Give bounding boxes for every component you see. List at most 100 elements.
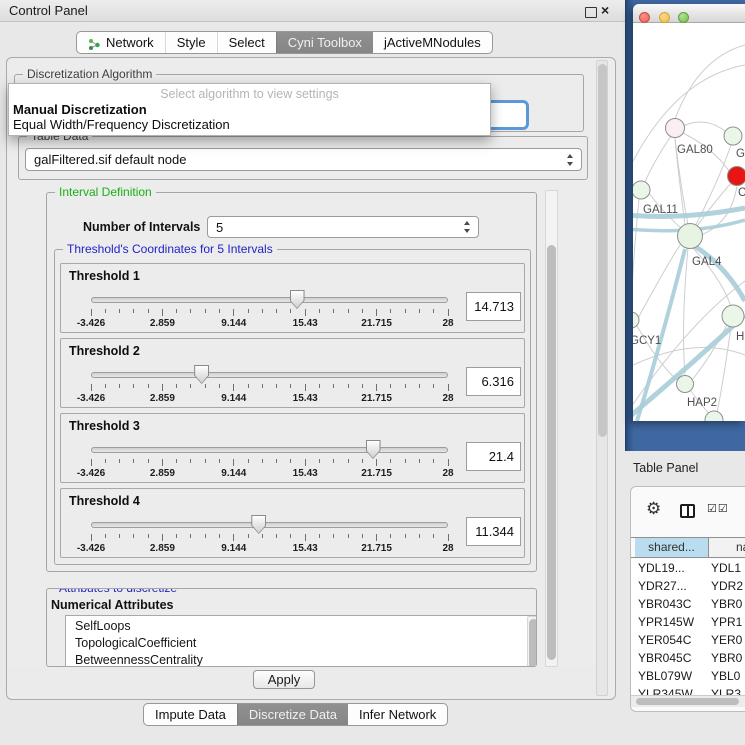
network-edge[interactable] xyxy=(675,45,745,119)
tab-cyni-toolbox[interactable]: Cyni Toolbox xyxy=(276,32,373,53)
tab-network[interactable]: Network xyxy=(77,32,165,53)
apply-button[interactable]: Apply xyxy=(253,670,315,689)
network-node-gcy1[interactable] xyxy=(633,312,639,328)
network-node-ga[interactable] xyxy=(724,127,742,145)
table-row[interactable]: YBR045CYBR0 xyxy=(631,649,745,667)
network-edge[interactable] xyxy=(645,136,671,182)
panel-scrollbar-thumb[interactable] xyxy=(598,64,607,437)
slider-tick xyxy=(133,459,134,463)
network-node-gal11[interactable] xyxy=(633,181,650,199)
gear-icon[interactable]: ⚙ xyxy=(646,499,661,519)
network-edge[interactable] xyxy=(683,122,725,131)
table-row[interactable]: YLR345WYLR3 xyxy=(631,685,745,695)
tab-label: Network xyxy=(106,32,154,53)
threshold-value-field[interactable]: 21.4 xyxy=(466,442,521,471)
float-window-icon[interactable] xyxy=(585,7,597,18)
threshold-value-field[interactable]: 14.713 xyxy=(466,292,521,321)
attribute-item-selfloops[interactable]: SelfLoops xyxy=(66,618,537,635)
checkbox-icons[interactable]: ☑☑ xyxy=(707,502,729,515)
number-of-intervals-combobox[interactable]: 5 xyxy=(207,216,479,238)
threshold-value-field[interactable]: 11.344 xyxy=(466,517,521,546)
slider-tick xyxy=(190,309,191,313)
slider-tick xyxy=(91,309,92,316)
zoom-traffic-light-icon[interactable] xyxy=(678,12,689,23)
threshold-value-field[interactable]: 6.316 xyxy=(466,367,521,396)
network-node-hap2[interactable] xyxy=(677,376,694,393)
slider-tick-label: 21.715 xyxy=(361,468,392,479)
slider-thumb[interactable] xyxy=(366,440,381,459)
network-node-c[interactable] xyxy=(728,167,745,186)
slider-thumb[interactable] xyxy=(290,290,305,309)
column-header-shared-name[interactable]: shared... xyxy=(635,538,709,557)
cell-shared-name: YDL19... xyxy=(631,559,703,577)
slider-track[interactable] xyxy=(91,447,448,453)
tab-select[interactable]: Select xyxy=(217,32,276,53)
panel-scrollbar[interactable] xyxy=(596,60,608,696)
table-row[interactable]: YER054CYER0 xyxy=(631,631,745,649)
slider-tick xyxy=(348,459,349,463)
slider-tick xyxy=(433,309,434,313)
split-table-icon[interactable] xyxy=(680,504,695,518)
tab-discretize-data[interactable]: Discretize Data xyxy=(237,704,348,725)
network-node-gal4[interactable] xyxy=(678,224,703,249)
settings-scrollbar[interactable] xyxy=(545,190,558,667)
slider-track[interactable] xyxy=(91,297,448,303)
slider-tick xyxy=(419,534,420,538)
network-window-titlebar xyxy=(633,4,745,23)
attribute-item-topologicalcoefficient[interactable]: TopologicalCoefficient xyxy=(66,635,537,652)
slider-tick xyxy=(362,459,363,463)
attributes-list-scrollbar-thumb[interactable] xyxy=(529,619,537,667)
slider-thumb[interactable] xyxy=(194,365,209,384)
table-row[interactable]: YBR043CYBR0 xyxy=(631,595,745,613)
slider-tick xyxy=(176,384,177,388)
algorithm-dropdown-popup: Select algorithm to view settings Manual… xyxy=(8,83,491,136)
network-edge-thick[interactable] xyxy=(693,245,745,301)
network-node-label: C xyxy=(738,187,745,199)
attribute-item-betweennesscentrality[interactable]: BetweennessCentrality xyxy=(66,652,537,667)
slider-tick xyxy=(119,384,120,388)
table-row[interactable]: YPR145WYPR1 xyxy=(631,613,745,631)
tab-jactivemnodules[interactable]: jActiveMNodules xyxy=(373,32,492,53)
network-canvas[interactable]: GAL80GACGAL11GAL4HGCY1HAP2 xyxy=(633,23,745,421)
cell-name: YBR0 xyxy=(703,649,742,667)
close-icon[interactable]: × xyxy=(601,2,609,18)
popup-option-equal-width-frequency[interactable]: Equal Width/Frequency Discretization xyxy=(9,117,490,132)
attributes-list-scrollbar[interactable] xyxy=(527,616,537,667)
threshold-label: Threshold 4 xyxy=(69,494,140,508)
combo-arrows-icon xyxy=(567,154,574,166)
table-row[interactable]: YBL079WYBL0 xyxy=(631,667,745,685)
slider-thumb[interactable] xyxy=(251,515,266,534)
slider-tick-label: 9.144 xyxy=(221,318,246,329)
slider-track[interactable] xyxy=(91,522,448,528)
network-edge[interactable] xyxy=(684,248,688,376)
slider-tick xyxy=(333,384,334,388)
table-rows[interactable]: YDL19...YDL1YDR27...YDR2YBR043CYBR0YPR14… xyxy=(631,559,745,695)
table-row[interactable]: YDL19...YDL1 xyxy=(631,559,745,577)
tab-style[interactable]: Style xyxy=(165,32,217,53)
slider-tick xyxy=(119,309,120,313)
slider-tick xyxy=(162,309,163,316)
table-horizontal-scrollbar-thumb[interactable] xyxy=(636,698,739,705)
network-node-gal80[interactable] xyxy=(666,119,685,138)
slider-track[interactable] xyxy=(91,372,448,378)
minimize-traffic-light-icon[interactable] xyxy=(659,12,670,23)
cell-name: YDR2 xyxy=(703,577,743,595)
settings-scrollbar-thumb[interactable] xyxy=(547,245,556,660)
close-traffic-light-icon[interactable] xyxy=(639,12,650,23)
numerical-attributes-list[interactable]: SelfLoopsTopologicalCoefficientBetweenne… xyxy=(65,615,537,667)
tab-impute-data[interactable]: Impute Data xyxy=(144,704,237,725)
slider-tick xyxy=(133,309,134,313)
network-edge[interactable] xyxy=(633,65,745,173)
tab-label: Impute Data xyxy=(155,704,226,725)
network-node-h[interactable] xyxy=(722,305,744,327)
table-data-combobox[interactable]: galFiltered.sif default node xyxy=(25,148,582,171)
column-header-name[interactable]: na xyxy=(709,538,745,557)
popup-option-manual-discretization[interactable]: Manual Discretization xyxy=(9,102,490,117)
table-row[interactable]: YDR27...YDR2 xyxy=(631,577,745,595)
slider-tick xyxy=(390,459,391,463)
table-horizontal-scrollbar[interactable] xyxy=(631,695,745,707)
tab-infer-network[interactable]: Infer Network xyxy=(348,704,447,725)
slider-tick xyxy=(290,384,291,388)
slider-tick xyxy=(305,534,306,541)
slider-tick xyxy=(448,384,449,391)
